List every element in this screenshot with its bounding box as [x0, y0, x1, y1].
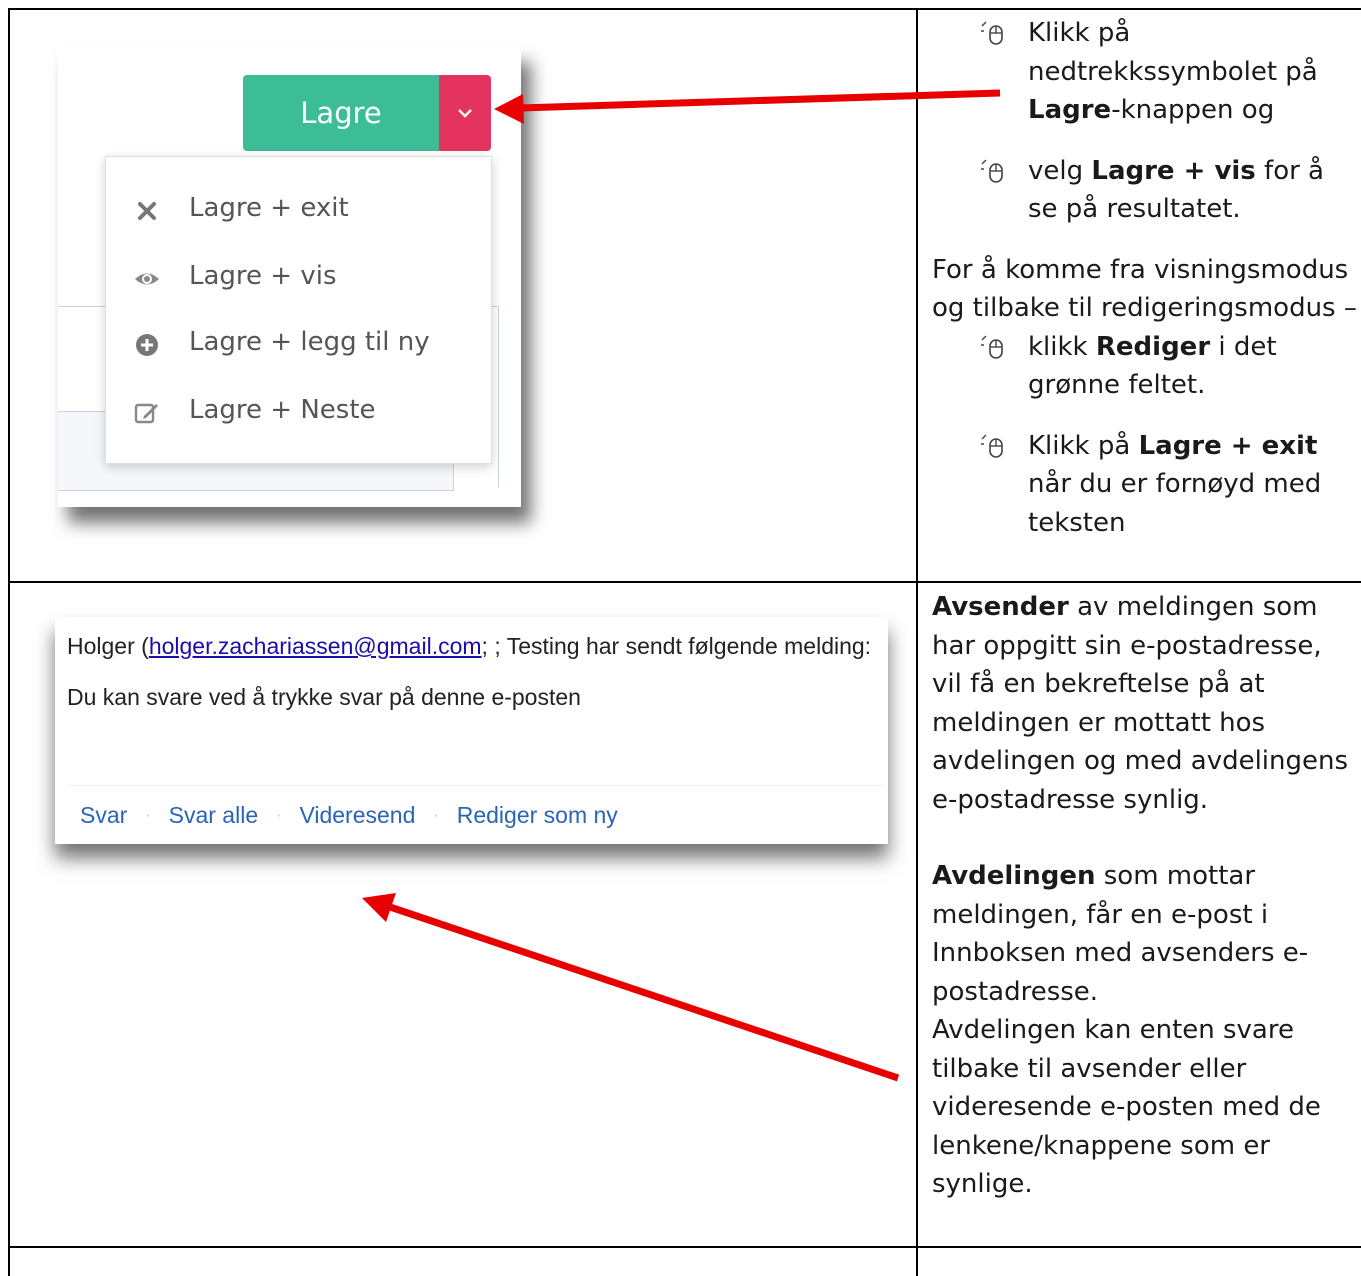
- mouse-click-icon: [981, 434, 1003, 458]
- save-dropdown-toggle[interactable]: [439, 75, 491, 151]
- email-screenshot: Holger (holger.zachariassen@gmail.com; ;…: [55, 617, 888, 844]
- table-border-top: [8, 8, 1361, 10]
- reply-link[interactable]: Svar: [80, 802, 127, 828]
- separator-dot: ·: [276, 807, 282, 824]
- forward-link[interactable]: Videresend: [299, 802, 415, 828]
- menu-item-label: Lagre + exit: [189, 193, 349, 223]
- explanation-text: av meldingen som har oppgitt sin e-posta…: [932, 592, 1349, 815]
- instruction-text: Klikk på: [1028, 430, 1139, 461]
- instruction-paragraph: For å komme fra visningsmodus og tilbake…: [932, 254, 1357, 324]
- table-border-left: [8, 8, 10, 1276]
- instruction-bold: Lagre: [1028, 95, 1112, 125]
- instruction-text: Klikk på nedtrekkssymbolet på: [1028, 18, 1318, 87]
- reply-all-link[interactable]: Svar alle: [169, 802, 258, 828]
- explanation-paragraph-2: Avdelingen som mottar meldingen, får en …: [932, 857, 1357, 1011]
- menu-item-label: Lagre + vis: [189, 261, 337, 291]
- explanation-paragraph-3: Avdelingen kan enten svare tilbake til a…: [932, 1015, 1321, 1199]
- menu-item-save-exit[interactable]: Lagre + exit: [106, 181, 491, 241]
- arrow-to-dropdown: [494, 89, 1001, 124]
- instruction-bullet-2: velg Lagre + vis for å se på resultatet.: [932, 152, 1357, 229]
- save-menu-screenshot: Lagre Lagre + exit Lagre + vis Lagre + l…: [58, 46, 521, 507]
- explanation-paragraph-1: Avsender av meldingen som har oppgitt si…: [932, 588, 1357, 819]
- table-column-divider: [916, 8, 918, 1276]
- edit-icon: [134, 403, 158, 424]
- instruction-bold: Lagre + vis: [1091, 155, 1256, 186]
- email-body: Du kan svare ved å trykke svar på denne …: [67, 684, 581, 710]
- email-subject-tail: ; ; Testing har sendt følgende melding:: [481, 633, 872, 659]
- arrow-to-email: [362, 893, 900, 1082]
- save-button[interactable]: Lagre: [243, 75, 439, 151]
- edit-as-new-link[interactable]: Rediger som ny: [457, 802, 618, 828]
- email-actions: Svar · Svar alle · Videresend · Rediger som ny: [80, 802, 618, 829]
- chevron-down-icon: [458, 109, 472, 118]
- separator-dot: ·: [145, 807, 151, 824]
- table-row-divider-2: [8, 1246, 1361, 1248]
- mouse-click-icon: [981, 159, 1003, 183]
- menu-item-label: Lagre + legg til ny: [189, 327, 430, 357]
- table-row-divider-1: [8, 581, 1361, 583]
- menu-item-save-next[interactable]: Lagre + Neste: [106, 383, 491, 443]
- email-explanation: Avsender av meldingen som har oppgitt si…: [932, 588, 1357, 1204]
- save-dropdown-menu: Lagre + exit Lagre + vis Lagre + legg ti…: [105, 156, 492, 464]
- instruction-text: -knappen og: [1111, 95, 1275, 125]
- instruction-bold: Rediger: [1095, 331, 1211, 362]
- email-separator: [67, 785, 885, 786]
- instruction-bullet-4: Klikk på Lagre + exit når du er fornøyd …: [932, 427, 1357, 543]
- instruction-bullet-1: Klikk på nedtrekkssymbolet på Lagre-knap…: [932, 14, 1357, 130]
- separator-dot: ·: [433, 807, 439, 824]
- plus-circle-icon: [136, 334, 158, 356]
- eye-icon: [135, 273, 159, 285]
- instruction-text: når du er fornøyd med teksten: [1028, 469, 1322, 538]
- mouse-click-icon: [981, 335, 1003, 359]
- explanation-bold: Avsender: [932, 592, 1069, 622]
- instruction-text: klikk: [1028, 331, 1096, 362]
- explanation-bold: Avdelingen: [932, 861, 1096, 891]
- menu-item-save-add-new[interactable]: Lagre + legg til ny: [106, 315, 491, 375]
- sender-email-link[interactable]: holger.zachariassen@gmail.com: [149, 633, 482, 659]
- instructions-save: Klikk på nedtrekkssymbolet på Lagre-knap…: [932, 14, 1357, 542]
- mouse-click-icon: [981, 21, 1003, 45]
- instruction-bullet-3: klikk Rediger i det grønne feltet.: [932, 328, 1357, 405]
- email-header-line: Holger (holger.zachariassen@gmail.com; ;…: [67, 633, 871, 660]
- instruction-text: velg: [1028, 155, 1092, 186]
- close-icon: [138, 202, 156, 220]
- sender-name: Holger (: [67, 633, 149, 659]
- instruction-bold: Lagre + exit: [1138, 430, 1318, 461]
- menu-item-save-view[interactable]: Lagre + vis: [106, 249, 491, 309]
- menu-item-label: Lagre + Neste: [189, 395, 376, 425]
